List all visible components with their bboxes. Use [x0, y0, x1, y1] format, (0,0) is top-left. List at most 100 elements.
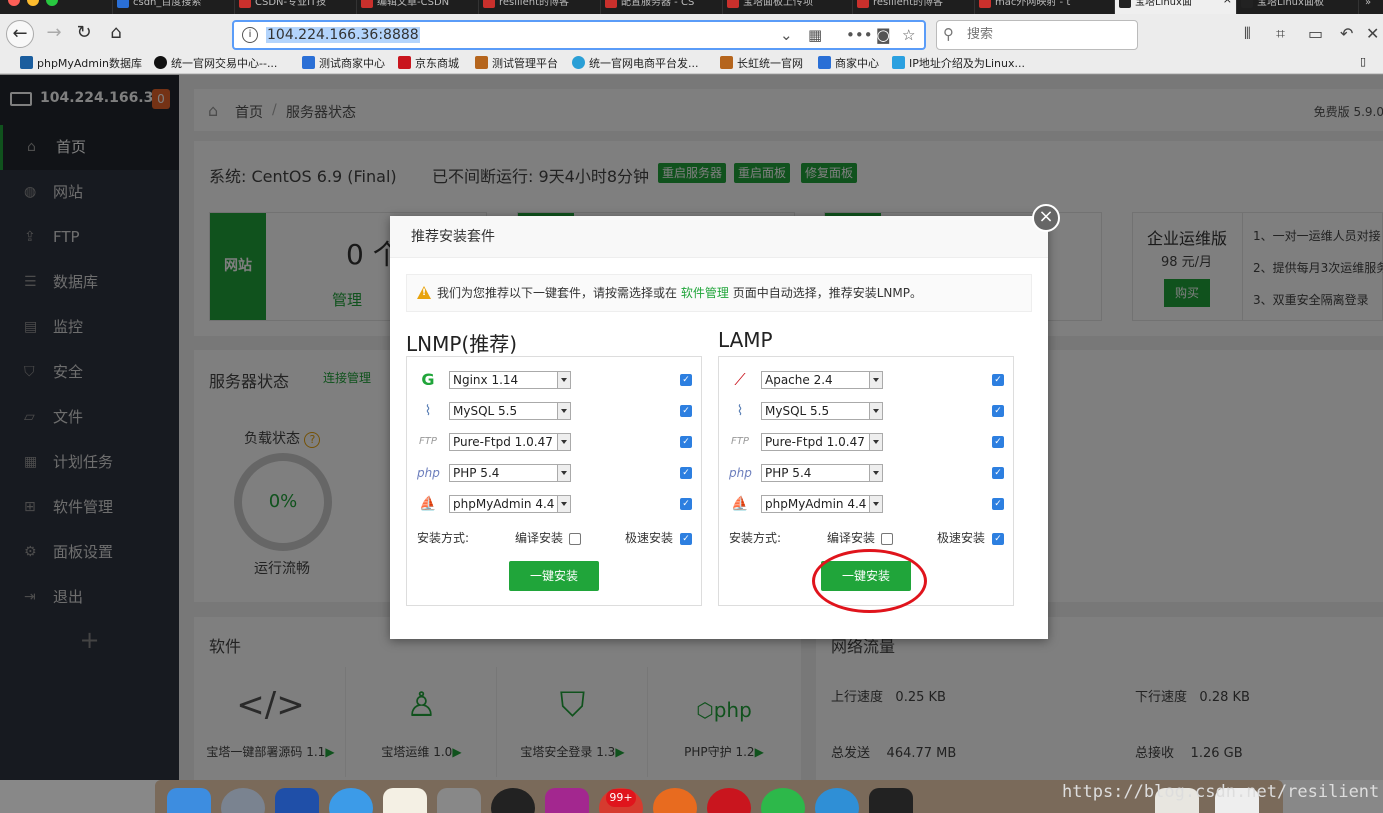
- apache-icon: ⟋: [734, 370, 746, 389]
- mysql-version-select[interactable]: MySQL 5.5: [449, 402, 571, 420]
- browser-tab-active[interactable]: 宝塔Linux面×: [1114, 0, 1236, 14]
- bookmark-item[interactable]: 测试管理平台: [475, 55, 558, 71]
- bookmark-item[interactable]: 商家中心: [818, 55, 879, 71]
- notes-icon[interactable]: [383, 788, 427, 813]
- info-icon[interactable]: i: [242, 27, 258, 43]
- terminal-icon[interactable]: [869, 788, 913, 813]
- stack-row: FTP Pure-Ftpd 1.0.47 ✓: [417, 431, 693, 453]
- bookmark-item[interactable]: 测试商家中心: [302, 55, 385, 71]
- url-text[interactable]: 104.224.166.36:8888: [266, 27, 420, 43]
- sidebar-toggle-icon[interactable]: ▭: [1308, 24, 1323, 43]
- close-window-button[interactable]: [8, 0, 20, 6]
- bookmark-item[interactable]: IP地址介绍及为Linux...: [892, 55, 1025, 71]
- phpmyadmin-version-select[interactable]: phpMyAdmin 4.4: [761, 495, 883, 513]
- chevron-down-icon[interactable]: ⌄: [780, 26, 793, 44]
- mysql-checkbox[interactable]: ✓: [992, 405, 1004, 417]
- stack-row: ⛵ phpMyAdmin 4.4 ✓: [729, 493, 1005, 515]
- php-checkbox[interactable]: ✓: [992, 467, 1004, 479]
- software-manage-link[interactable]: 软件管理: [681, 286, 729, 300]
- crop-icon[interactable]: ⌗: [1276, 24, 1285, 44]
- fast-install-checkbox[interactable]: ✓: [992, 533, 1004, 545]
- qq-notification-badge: 99+: [606, 789, 636, 807]
- compile-install-checkbox[interactable]: [881, 533, 893, 545]
- php-version-select[interactable]: PHP 5.4: [449, 464, 571, 482]
- stack-row: ⟋ Apache 2.4 ✓: [729, 369, 1005, 391]
- ftp-icon: FTP: [731, 436, 749, 447]
- bookmark-star-icon[interactable]: ☆: [902, 26, 915, 44]
- apache-version-select[interactable]: Apache 2.4: [761, 371, 883, 389]
- php-checkbox[interactable]: ✓: [680, 467, 692, 479]
- stack-row: ⛵ phpMyAdmin 4.4 ✓: [417, 493, 693, 515]
- apache-checkbox[interactable]: ✓: [992, 374, 1004, 386]
- compile-install-checkbox[interactable]: [569, 533, 581, 545]
- ftp-version-select[interactable]: Pure-Ftpd 1.0.47: [761, 433, 883, 451]
- firefox-icon[interactable]: [653, 788, 697, 813]
- browser-tab[interactable]: resilient的博客: [852, 0, 974, 14]
- close-dialog-button[interactable]: ×: [1032, 204, 1060, 232]
- search-box[interactable]: ⚲: [936, 20, 1138, 50]
- bookmark-item[interactable]: 京东商城: [398, 55, 459, 71]
- bookmarks-bar: phpMyAdmin数据库 统一官网交易中心--... 测试商家中心 京东商城 …: [0, 52, 1383, 74]
- qr-code-icon[interactable]: ▦: [808, 26, 822, 44]
- home-button[interactable]: ⌂: [102, 20, 130, 48]
- app-icon[interactable]: [275, 788, 319, 813]
- pocket-icon[interactable]: ◙: [876, 26, 891, 44]
- mysql-icon: ⌇: [736, 403, 744, 419]
- launchpad-icon[interactable]: [221, 788, 265, 813]
- ftp-checkbox[interactable]: ✓: [992, 436, 1004, 448]
- nginx-version-select[interactable]: Nginx 1.14: [449, 371, 571, 389]
- more-icon[interactable]: •••: [846, 26, 873, 44]
- system-preferences-icon[interactable]: [437, 788, 481, 813]
- tools-icon[interactable]: ✕: [1366, 24, 1379, 43]
- browser-tab[interactable]: 配置服务器 - CS: [600, 0, 722, 14]
- bookmark-item[interactable]: phpMyAdmin数据库: [20, 55, 142, 71]
- browser-tab[interactable]: 宝塔面板上传项: [722, 0, 852, 14]
- fast-install-checkbox[interactable]: ✓: [680, 533, 692, 545]
- library-icon[interactable]: ⫴: [1244, 24, 1251, 44]
- ftp-checkbox[interactable]: ✓: [680, 436, 692, 448]
- nginx-checkbox[interactable]: ✓: [680, 374, 692, 386]
- browser-tab[interactable]: resilient的博客: [478, 0, 600, 14]
- finder-icon[interactable]: [167, 788, 211, 813]
- browser-toolbar: ← → ↻ ⌂ i 104.224.166.36:8888 ⌄ ▦ ••• ◙ …: [0, 14, 1383, 52]
- phpmyadmin-checkbox[interactable]: ✓: [992, 498, 1004, 510]
- phpmyadmin-checkbox[interactable]: ✓: [680, 498, 692, 510]
- close-tab-icon[interactable]: ×: [1223, 0, 1232, 5]
- back-button[interactable]: ←: [6, 20, 34, 48]
- ftp-icon: FTP: [419, 436, 437, 447]
- bookmark-item[interactable]: 长虹统一官网: [720, 55, 803, 71]
- app-icon[interactable]: [761, 788, 805, 813]
- browser-tab[interactable]: 宝塔Linux面板: [1236, 0, 1358, 14]
- bookmark-favicon-icon: [20, 56, 33, 69]
- maximize-window-button[interactable]: [46, 0, 58, 6]
- photoshop-icon[interactable]: [545, 788, 589, 813]
- reload-button[interactable]: ↻: [70, 20, 98, 48]
- phpmyadmin-version-select[interactable]: phpMyAdmin 4.4: [449, 495, 571, 513]
- browser-tab[interactable]: CSDN-专业IT技: [234, 0, 356, 14]
- browser-tab[interactable]: 编辑文章-CSDN: [356, 0, 478, 14]
- url-bar[interactable]: i 104.224.166.36:8888 ⌄ ▦ ••• ◙ ☆: [232, 20, 926, 50]
- bt-icon: [1241, 0, 1253, 8]
- browser-tab[interactable]: mac外网映射 - t: [974, 0, 1114, 14]
- music-icon[interactable]: [707, 788, 751, 813]
- dialog-title: 推荐安装套件: [390, 216, 1048, 258]
- qq-icon[interactable]: [491, 788, 535, 813]
- safari-icon[interactable]: [329, 788, 373, 813]
- bookmark-item[interactable]: 统一官网电商平台发...: [572, 55, 699, 71]
- lnmp-install-button[interactable]: 一键安装: [509, 561, 599, 591]
- search-input[interactable]: [967, 27, 1127, 42]
- tab-overflow-button[interactable]: »: [1358, 0, 1383, 14]
- undo-icon[interactable]: ↶: [1340, 24, 1353, 43]
- minimize-window-button[interactable]: [27, 0, 39, 6]
- ftp-version-select[interactable]: Pure-Ftpd 1.0.47: [449, 433, 571, 451]
- app-icon[interactable]: [815, 788, 859, 813]
- bookmark-item[interactable]: 统一官网交易中心--...: [154, 55, 277, 71]
- bookmark-favicon-icon: [720, 56, 733, 69]
- mysql-version-select[interactable]: MySQL 5.5: [761, 402, 883, 420]
- php-version-select[interactable]: PHP 5.4: [761, 464, 883, 482]
- fast-install-label: 极速安装: [937, 531, 986, 545]
- forward-button[interactable]: →: [40, 20, 68, 48]
- browser-tab[interactable]: csdn_百度搜索: [112, 0, 234, 14]
- mobile-bookmarks-icon[interactable]: ▯: [1360, 55, 1366, 68]
- mysql-checkbox[interactable]: ✓: [680, 405, 692, 417]
